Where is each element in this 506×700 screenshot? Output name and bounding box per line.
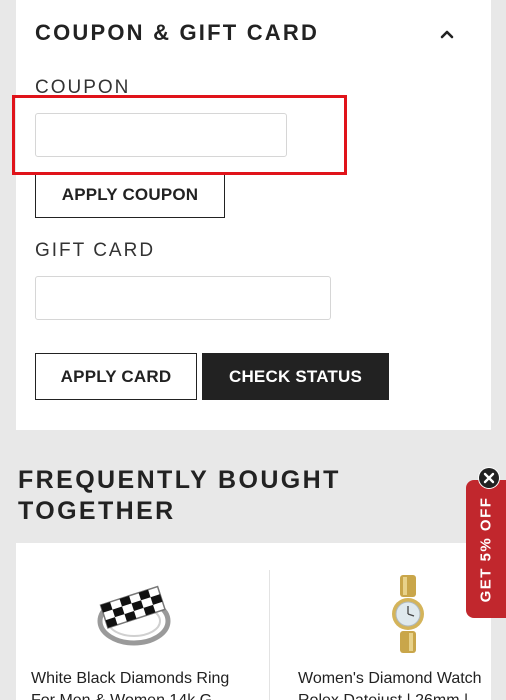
close-icon[interactable] [478,467,500,489]
coupon-label: COUPON [35,77,131,98]
frequently-bought-title-line1: FREQUENTLY BOUGHT [18,466,341,494]
gold-watch-image[interactable] [390,575,426,658]
check-status-button[interactable]: CHECK STATUS [202,353,389,400]
checkered-ring-image[interactable] [96,581,172,654]
product-name-line: Women's Diamond Watch [298,670,482,687]
apply-coupon-button[interactable]: APPLY COUPON [35,172,225,218]
product-list: White Black Diamonds Ring For Men & Wome… [16,543,491,700]
gift-card-input[interactable] [35,276,331,320]
apply-card-button[interactable]: APPLY CARD [35,353,197,400]
gift-card-label: GIFT CARD [35,240,156,261]
section-title: COUPON & GIFT CARD [35,20,320,45]
coupon-gift-card-panel: COUPON & GIFT CARD COUPON APPLY COUPON G… [16,0,491,430]
product-name-line: Rolex Datejust | 26mm | [298,690,491,700]
coupon-input[interactable] [35,113,287,157]
frequently-bought-title: FREQUENTLY BOUGHT TOGETHER [18,465,341,527]
product-name-line: For Men & Women 14k G... [31,690,251,700]
product-name-line: White Black Diamonds Ring [31,670,230,687]
product-name[interactable]: Women's Diamond Watch Rolex Datejust | 2… [298,668,491,700]
promo-label: GET 5% OFF [477,496,495,602]
product-divider [269,570,270,700]
promo-tab[interactable]: GET 5% OFF [466,480,506,618]
product-name[interactable]: White Black Diamonds Ring For Men & Wome… [31,668,251,700]
chevron-up-icon[interactable] [435,22,459,46]
frequently-bought-title-line2: TOGETHER [18,497,176,525]
